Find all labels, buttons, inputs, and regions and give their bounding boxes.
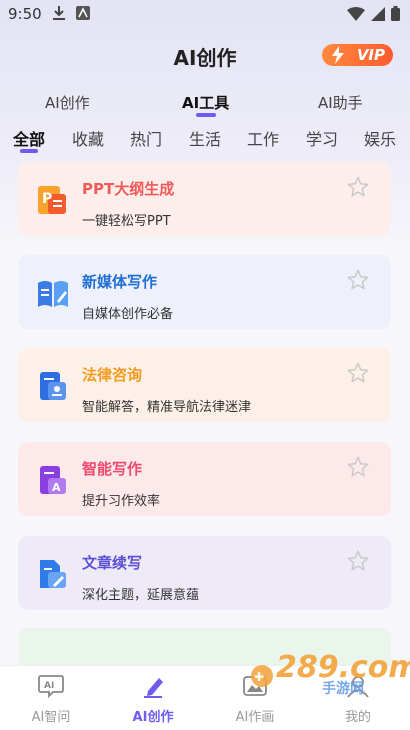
watermark-logo: ✚ 289.com 手游网 <box>248 648 410 697</box>
app-notification-icon <box>76 6 90 20</box>
tool-desc: 一键轻松写PPT <box>82 214 171 229</box>
tool-name: PPT大纲生成 <box>82 180 175 198</box>
signal-icon <box>371 6 385 21</box>
wifi-icon <box>347 6 365 21</box>
star-icon[interactable] <box>347 550 369 571</box>
battery-icon <box>391 6 400 21</box>
nav-label: AI智问 <box>31 710 71 725</box>
tool-card-continue-writing[interactable]: 文章续写 深化主题，延展意蕴 <box>18 536 391 610</box>
tool-card-ppt[interactable]: P PPT大纲生成 一键轻松写PPT <box>18 162 391 236</box>
pen-icon <box>144 678 163 698</box>
tool-name: 文章续写 <box>82 554 143 572</box>
svg-text:P: P <box>42 191 52 207</box>
tool-desc: 自媒体创作必备 <box>82 307 174 322</box>
svg-text:✚: ✚ <box>254 670 264 684</box>
law-icon <box>40 372 66 400</box>
ppt-icon: P <box>38 186 66 214</box>
tool-name: 法律咨询 <box>82 366 143 384</box>
category-study[interactable]: 学习 <box>306 126 338 150</box>
category-entertainment[interactable]: 娱乐 <box>364 126 396 150</box>
nav-label: AI创作 <box>132 710 174 725</box>
tab-ai-assistant[interactable]: AI助手 <box>318 92 363 113</box>
tool-name: 智能写作 <box>82 460 143 478</box>
book-icon <box>38 281 68 307</box>
tab-ai-tools[interactable]: AI工具 <box>182 92 229 113</box>
tab-indicator <box>196 113 216 117</box>
tool-desc: 深化主题，延展意蕴 <box>82 588 200 603</box>
download-icon <box>53 6 65 20</box>
category-hot[interactable]: 热门 <box>130 126 162 150</box>
status-right <box>347 6 400 21</box>
status-time: 9:50 <box>8 5 42 23</box>
star-icon[interactable] <box>347 456 369 477</box>
category-favorites[interactable]: 收藏 <box>72 126 104 150</box>
doc-icon <box>40 560 66 588</box>
watermark-sub: 手游网 <box>322 681 364 697</box>
top-tabs: AI创作 AI工具 AI助手 <box>0 92 410 122</box>
write-icon: A <box>40 466 66 494</box>
tab-ai-create[interactable]: AI创作 <box>45 92 90 113</box>
status-bar: 9:50 <box>0 0 410 30</box>
nav-ai-create[interactable]: AI创作 <box>113 674 193 725</box>
tool-card-new-media[interactable]: 新媒体写作 自媒体创作必备 <box>18 255 391 329</box>
tool-card-smart-writing[interactable]: A 智能写作 提升习作效率 <box>18 442 391 516</box>
star-icon[interactable] <box>347 269 369 290</box>
ai-chat-icon: AI <box>38 675 64 699</box>
star-icon[interactable] <box>347 362 369 383</box>
tool-card-legal[interactable]: 法律咨询 智能解答，精准导航法律迷津 <box>18 348 391 422</box>
tool-desc: 提升习作效率 <box>82 494 161 509</box>
nav-ai-ask[interactable]: AI AI智问 <box>11 674 91 725</box>
tool-desc: 智能解答，精准导航法律迷津 <box>82 400 252 415</box>
lightning-icon <box>332 46 344 64</box>
nav-label: AI作画 <box>235 710 275 725</box>
nav-label: 我的 <box>344 710 371 725</box>
svg-text:A: A <box>52 481 61 494</box>
star-icon[interactable] <box>347 176 369 197</box>
category-all[interactable]: 全部 <box>13 126 45 150</box>
category-tabs: 全部 收藏 热门 生活 工作 学习 娱乐 <box>0 126 410 156</box>
svg-text:AI: AI <box>44 681 54 691</box>
category-indicator <box>20 149 38 153</box>
vip-label: VIP <box>356 46 385 64</box>
vip-button[interactable]: VIP <box>322 44 393 66</box>
category-life[interactable]: 生活 <box>189 126 221 150</box>
tool-name: 新媒体写作 <box>82 273 158 291</box>
category-work[interactable]: 工作 <box>247 126 279 150</box>
